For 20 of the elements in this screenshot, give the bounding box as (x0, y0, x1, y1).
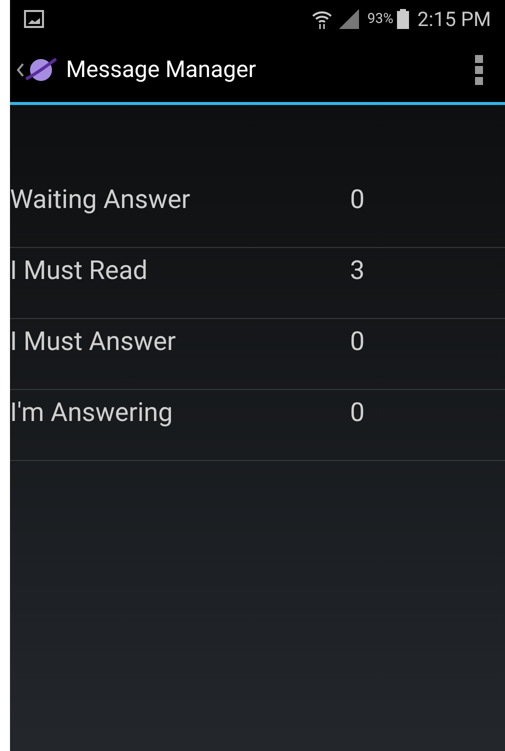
image-notification-icon (24, 10, 44, 28)
row-label: I'm Answering (10, 396, 174, 430)
row-count: 0 (350, 184, 365, 216)
back-caret-icon (16, 63, 24, 77)
list-row[interactable]: I Must Answer 0 (10, 319, 505, 390)
clock: 2:15 PM (417, 6, 491, 33)
list-row[interactable]: I'm Answering 0 (10, 390, 505, 461)
row-count: 3 (350, 254, 365, 288)
app-title: Message Manager (66, 54, 256, 85)
list-row[interactable]: I Must Read 3 (10, 248, 505, 319)
list-row[interactable]: Waiting Answer 0 (10, 177, 505, 248)
overflow-menu-button[interactable] (473, 53, 485, 87)
battery-percentage: 93% (367, 10, 394, 28)
signal-icon (337, 8, 362, 30)
row-label: I Must Answer (10, 326, 177, 358)
row-count: 0 (350, 396, 365, 430)
battery-icon (397, 9, 410, 29)
row-count: 0 (350, 326, 365, 358)
row-label: Waiting Answer (10, 184, 192, 216)
row-label: I Must Read (10, 254, 149, 288)
